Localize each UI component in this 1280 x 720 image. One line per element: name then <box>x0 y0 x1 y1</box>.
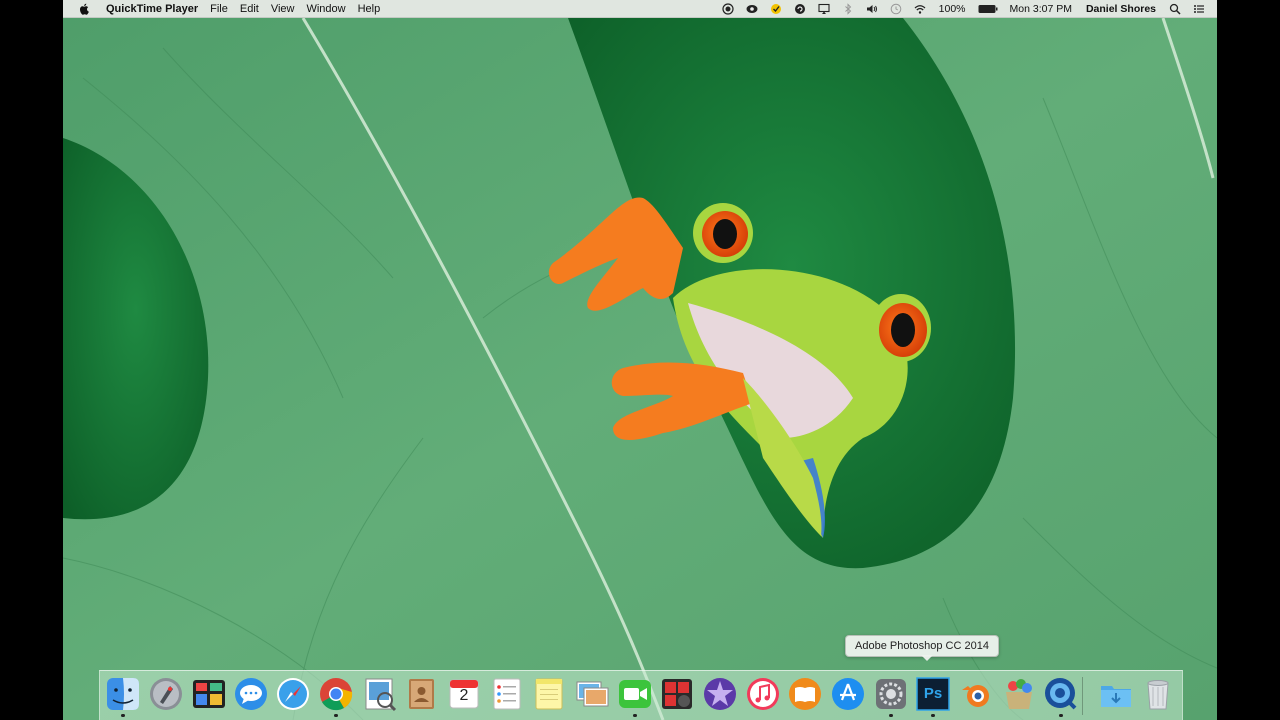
time-machine-icon[interactable] <box>889 2 903 16</box>
imovie-icon <box>704 678 736 710</box>
blender-icon <box>962 685 989 707</box>
dock-downloads-stack[interactable] <box>1098 676 1134 712</box>
record-icon[interactable] <box>721 2 735 16</box>
calendar-day: 2 <box>459 687 469 704</box>
dock-tooltip-arrow <box>921 655 933 661</box>
dock-photoshop[interactable]: Ps <box>915 676 951 717</box>
running-indicator <box>121 714 125 717</box>
dock-safari[interactable] <box>275 676 311 712</box>
desktop-wallpaper <box>63 18 1217 720</box>
chrome-icon <box>320 678 353 711</box>
app-store-icon <box>832 678 864 710</box>
wifi-icon[interactable] <box>913 2 927 16</box>
dock-messages[interactable] <box>233 676 269 712</box>
installer-icon <box>1006 679 1032 709</box>
spotlight-icon[interactable] <box>1168 2 1182 16</box>
photoshop-label: Ps <box>923 685 943 702</box>
sync-icon[interactable] <box>793 2 807 16</box>
launchpad-icon <box>150 678 182 710</box>
dock-imovie[interactable] <box>702 676 738 712</box>
dock-photo-gallery[interactable] <box>659 676 695 712</box>
notes-icon <box>535 678 563 710</box>
desktop: QuickTime Player File Edit View Window H… <box>63 0 1217 720</box>
facetime-icon <box>619 680 651 708</box>
photo-booth-icon <box>576 681 609 707</box>
dock-tooltip: Adobe Photoshop CC 2014 <box>845 635 999 657</box>
dock-facetime[interactable] <box>617 676 653 717</box>
dock-reminders[interactable] <box>489 676 525 712</box>
dock-ibooks[interactable] <box>787 676 823 712</box>
dock-system-preferences[interactable] <box>873 676 909 717</box>
downloads-folder-icon <box>1101 686 1131 707</box>
dock-chrome[interactable] <box>318 676 354 717</box>
notification-center-icon[interactable] <box>1192 2 1206 16</box>
running-indicator <box>633 714 637 717</box>
airplay-icon[interactable] <box>817 2 831 16</box>
apple-menu-icon[interactable] <box>63 0 98 17</box>
dock-calendar[interactable]: 2 <box>446 676 482 712</box>
dock-launchpad[interactable] <box>148 676 184 712</box>
dock-preview[interactable] <box>361 676 397 712</box>
dock-trash[interactable] <box>1140 676 1176 712</box>
menu-edit[interactable]: Edit <box>234 0 265 17</box>
dock-app-store[interactable] <box>830 676 866 712</box>
menu-view[interactable]: View <box>265 0 301 17</box>
quicktime-icon <box>1045 678 1077 710</box>
eye-icon[interactable] <box>745 2 759 16</box>
safari-icon <box>277 678 309 710</box>
dock-itunes[interactable] <box>745 676 781 712</box>
dock-mission-control[interactable] <box>191 676 227 712</box>
mission-control-icon <box>193 680 225 708</box>
dock: 2 Ps <box>99 670 1183 720</box>
battery-icon[interactable] <box>978 2 998 16</box>
menu-help[interactable]: Help <box>352 0 387 17</box>
menu-bar: QuickTime Player File Edit View Window H… <box>63 0 1217 18</box>
photo-gallery-icon <box>662 679 692 709</box>
running-indicator <box>334 714 338 717</box>
contacts-icon <box>409 679 434 709</box>
running-indicator <box>1059 714 1063 717</box>
running-indicator <box>889 714 893 717</box>
dock-quicktime[interactable] <box>1043 676 1079 717</box>
user-menu[interactable]: Daniel Shores <box>1079 3 1163 15</box>
battery-percent: 100% <box>938 2 966 15</box>
menubar-clock[interactable]: Mon 3:07 PM <box>1003 3 1079 15</box>
preview-icon <box>365 678 397 712</box>
norton-icon[interactable] <box>769 2 783 16</box>
dock-separator <box>1082 677 1083 715</box>
messages-icon <box>235 678 267 710</box>
trash-icon <box>1147 680 1169 710</box>
finder-icon <box>107 678 139 710</box>
dock-contacts[interactable] <box>403 676 439 712</box>
dock-finder[interactable] <box>105 676 141 717</box>
bluetooth-icon[interactable] <box>841 2 855 16</box>
system-preferences-icon <box>876 679 906 709</box>
volume-icon[interactable] <box>865 2 879 16</box>
menu-window[interactable]: Window <box>300 0 351 17</box>
app-menu-quicktime[interactable]: QuickTime Player <box>98 0 204 17</box>
dock-installer[interactable] <box>1001 676 1037 712</box>
dock-photo-booth[interactable] <box>574 676 610 712</box>
dock-blender[interactable] <box>958 676 994 712</box>
running-indicator <box>931 714 935 717</box>
ibooks-icon <box>789 678 821 710</box>
itunes-icon <box>747 678 779 710</box>
reminders-icon <box>493 678 521 710</box>
dock-notes[interactable] <box>531 676 567 712</box>
menu-file[interactable]: File <box>204 0 234 17</box>
